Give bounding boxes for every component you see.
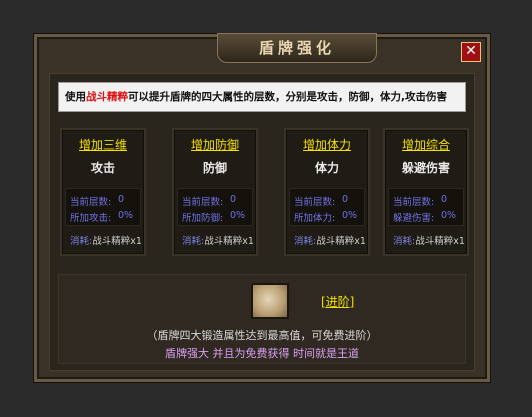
description-highlight: 战斗精粹 [86, 91, 128, 103]
stat-row-bonus: 所加防御: 0% [182, 210, 245, 224]
card-cost: 消耗:战斗精粹x1 [70, 233, 142, 247]
card-stats: 当前层数: 0 所加防御: 0% [177, 188, 253, 226]
card-attribute: 攻击 [90, 161, 115, 175]
stat-label: 当前层数: [70, 197, 112, 208]
window-title: 盾牌强化 [217, 33, 377, 63]
stat-label: 所加体力: [294, 213, 336, 224]
increase-stamina-button[interactable]: 增加体力 [286, 136, 368, 153]
cost-label: 消耗: [70, 236, 93, 247]
stat-label: 当前层数: [393, 197, 435, 208]
cost-label: 消耗: [393, 236, 416, 247]
card-cost: 消耗:战斗精粹x1 [393, 233, 465, 247]
cost-value: 战斗精粹x1 [204, 236, 254, 247]
stat-label: 所加攻击: [70, 213, 112, 224]
scroll-item-icon[interactable] [251, 283, 289, 319]
cost-value: 战斗精粹x1 [92, 236, 142, 247]
cost-value: 战斗精粹x1 [415, 236, 465, 247]
upgrade-card-defense: 增加防御 防御 当前层数: 0 所加防御: 0% 消耗:战斗精粹x1 [172, 128, 258, 256]
description-bar: 使用战斗精粹可以提升盾牌的四大属性的层数，分别是攻击，防御，体力,攻击伤害 [58, 82, 466, 112]
card-attribute: 防御 [202, 161, 227, 175]
stat-value: 0% [441, 210, 457, 221]
increase-defense-button[interactable]: 增加防御 [174, 136, 256, 153]
stat-value: 0 [441, 194, 448, 205]
close-button[interactable]: ✕ [461, 42, 481, 62]
stat-label: 躲避伤害: [393, 213, 435, 224]
stat-row-bonus: 所加体力: 0% [294, 210, 357, 224]
stat-row-bonus: 所加攻击: 0% [70, 210, 133, 224]
game-screen: 盾牌强化 ✕ 使用战斗精粹可以提升盾牌的四大属性的层数，分别是攻击，防御，体力,… [0, 0, 532, 417]
stat-label: 当前层数: [294, 197, 336, 208]
card-attribute: 躲避伤害 [401, 161, 450, 175]
increase-composite-button[interactable]: 增加综合 [385, 136, 467, 153]
cost-label: 消耗: [294, 236, 317, 247]
stat-row-level: 当前层数: 0 [393, 194, 447, 208]
promo-note: 盾牌强大 并且为免费获得 时间就是王道 [165, 347, 359, 360]
stat-row-bonus: 躲避伤害: 0% [393, 210, 456, 224]
stat-value: 0 [230, 194, 237, 205]
stat-value: 0% [230, 210, 246, 221]
upgrade-card-evasion: 增加综合 躲避伤害 当前层数: 0 躲避伤害: 0% 消耗:战斗精粹x1 [383, 128, 469, 256]
stat-row-level: 当前层数: 0 [70, 194, 124, 208]
stat-value: 0 [342, 194, 349, 205]
window-content: 使用战斗精粹可以提升盾牌的四大属性的层数，分别是攻击，防御，体力,攻击伤害 增加… [49, 73, 475, 371]
cost-label: 消耗: [182, 236, 205, 247]
cost-value: 战斗精粹x1 [316, 236, 366, 247]
stat-label: 所加防御: [182, 213, 224, 224]
card-stats: 当前层数: 0 躲避伤害: 0% [388, 188, 464, 226]
description-prefix: 使用 [65, 91, 86, 103]
upgrade-card-attack: 增加三维 攻击 当前层数: 0 所加攻击: 0% 消耗:战斗精粹x1 [60, 128, 146, 256]
increase-stats-button[interactable]: 增加三维 [62, 136, 144, 153]
stat-row-level: 当前层数: 0 [294, 194, 348, 208]
upgrade-card-stamina: 增加体力 体力 当前层数: 0 所加体力: 0% 消耗:战斗精粹x1 [284, 128, 370, 256]
shield-enhance-window: 盾牌强化 ✕ 使用战斗精粹可以提升盾牌的四大属性的层数，分别是攻击，防御，体力,… [34, 33, 490, 382]
stat-value: 0 [118, 194, 125, 205]
stat-label: 当前层数: [182, 197, 224, 208]
card-stats: 当前层数: 0 所加攻击: 0% [65, 188, 141, 226]
card-cost: 消耗:战斗精粹x1 [182, 233, 254, 247]
advance-panel: [进阶] （盾牌四大锻造属性达到最高值，可免费进阶） 盾牌强大 并且为免费获得 … [58, 274, 466, 364]
advance-button[interactable]: [进阶] [321, 293, 354, 310]
card-cost: 消耗:战斗精粹x1 [294, 233, 366, 247]
advance-note: （盾牌四大锻造属性达到最高值，可免费进阶） [146, 329, 378, 342]
card-attribute: 体力 [314, 161, 339, 175]
stat-value: 0% [342, 210, 358, 221]
card-stats: 当前层数: 0 所加体力: 0% [289, 188, 365, 226]
description-suffix: 可以提升盾牌的四大属性的层数，分别是攻击，防御，体力,攻击伤害 [128, 91, 447, 103]
stat-value: 0% [118, 210, 134, 221]
stat-row-level: 当前层数: 0 [182, 194, 236, 208]
